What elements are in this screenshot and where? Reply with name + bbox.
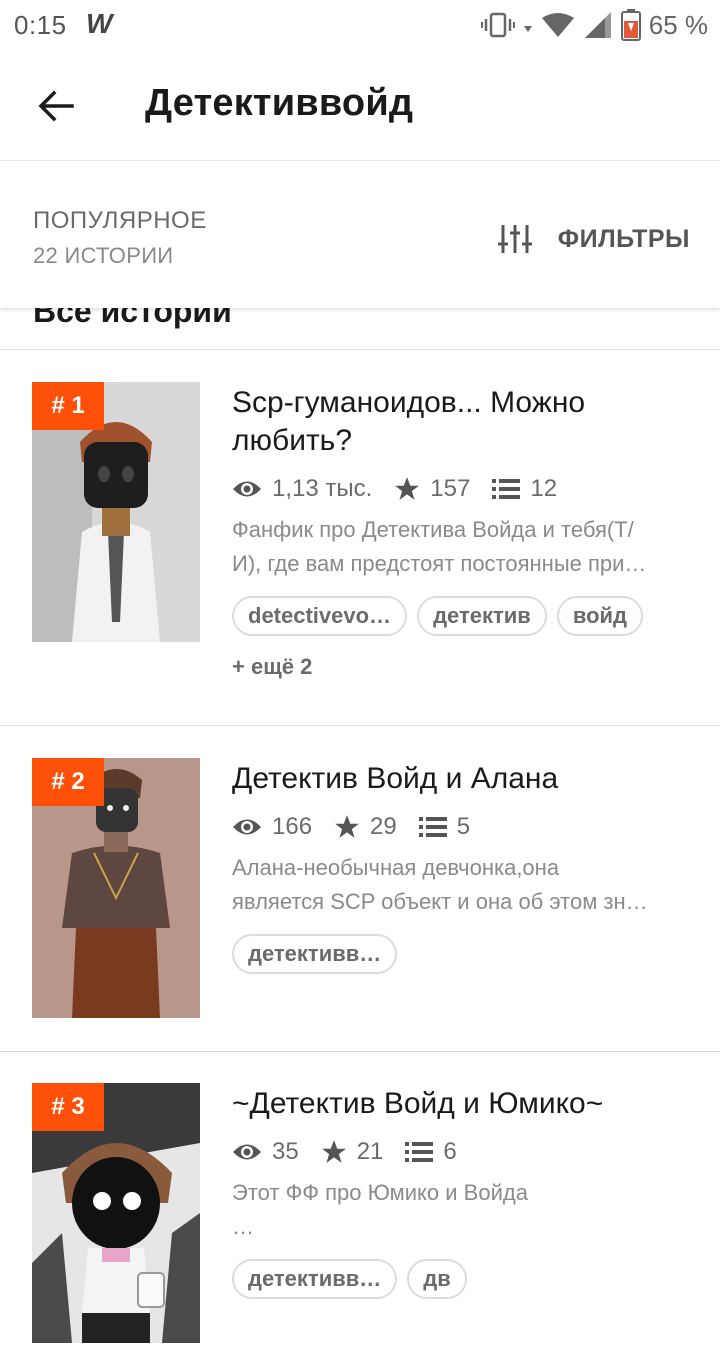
rank-badge: # 2 <box>32 758 104 806</box>
tag-list: детективв… <box>232 934 398 974</box>
parts-count: 5 <box>456 813 471 840</box>
list-icon <box>405 1142 434 1162</box>
votes-count: 157 <box>430 475 471 502</box>
reads-stat: 35 <box>232 1138 299 1166</box>
story-cover[interactable]: # 3 <box>32 1083 200 1343</box>
sort-selector[interactable]: ПОПУЛЯРНОЕ <box>33 207 207 235</box>
parts-count: 12 <box>530 475 558 502</box>
reads-count: 1,13 тыс. <box>272 475 373 502</box>
parts-stat: 5 <box>418 813 471 841</box>
tag-chip[interactable]: detectivevo… <box>232 596 408 636</box>
battery-percent: 65 % <box>648 9 708 40</box>
description-line: … <box>232 1214 254 1239</box>
story-stats: 35 21 6 <box>232 1135 479 1169</box>
sliders-icon <box>497 225 532 253</box>
story-item[interactable]: # 1 Scp-гуманоидов... Можно любить? 1,13… <box>0 350 720 726</box>
status-time: 0:15 <box>14 10 67 40</box>
tag-chip[interactable]: детективв… <box>232 1259 398 1299</box>
star-icon <box>321 1140 346 1163</box>
tag-chip[interactable]: детектив <box>417 596 547 636</box>
more-tags-link[interactable]: + ещё 2 <box>232 654 312 680</box>
tag-list: detectivevo… детектив войд <box>232 596 643 636</box>
reads-count: 166 <box>272 813 313 840</box>
back-button[interactable] <box>30 82 82 130</box>
signal-icon <box>584 12 611 38</box>
story-title[interactable]: Scp-гуманоидов... Можно любить? <box>232 384 692 460</box>
arrow-left-icon <box>38 90 74 122</box>
wattpad-notification-icon: W <box>86 8 113 39</box>
eye-icon <box>233 819 261 835</box>
story-description: Фанфик про Детектива Войда и тебя(Т/ И),… <box>232 513 692 581</box>
tag-chip[interactable]: войд <box>556 596 643 636</box>
page-title: Детективвойд <box>145 82 414 124</box>
vibrate-icon <box>480 12 515 38</box>
story-cover[interactable]: # 1 <box>32 382 200 642</box>
status-icons: 65 % <box>480 8 708 42</box>
story-title[interactable]: ~Детектив Войд и Юмико~ <box>232 1085 692 1123</box>
story-cover[interactable]: # 2 <box>32 758 200 1018</box>
reads-stat: 166 <box>232 813 312 841</box>
eye-icon <box>233 1144 261 1160</box>
sort-bar: ПОПУЛЯРНОЕ 22 ИСТОРИИ ФИЛЬТРЫ <box>0 160 720 308</box>
star-icon <box>395 477 420 500</box>
description-line: Фанфик про Детектива Войда и тебя(Т/ <box>232 517 634 542</box>
votes-count: 29 <box>370 813 397 840</box>
app-bar: Детективвойд <box>0 52 720 160</box>
reads-count: 35 <box>272 1138 299 1165</box>
story-description: Этот ФФ про Юмико и Войда … <box>232 1176 692 1244</box>
story-item[interactable]: # 3 ~Детектив Войд и Юмико~ 35 21 6 Этот… <box>0 1051 720 1354</box>
eye-icon <box>233 481 261 497</box>
status-bar: 0:15 W 65 % <box>0 0 720 52</box>
description-line: И), где вам предстоят постоянные при… <box>232 551 647 576</box>
parts-count: 6 <box>443 1138 457 1165</box>
votes-count: 21 <box>356 1138 384 1165</box>
wifi-icon <box>541 13 574 37</box>
rank-badge: # 1 <box>32 382 104 430</box>
story-description: Алана-необычная девчонка,она является SC… <box>232 851 692 919</box>
story-count: 22 ИСТОРИИ <box>33 243 174 268</box>
tag-list: детективв… дв <box>232 1259 467 1299</box>
description-line: Этот ФФ про Юмико и Войда <box>232 1180 528 1205</box>
parts-stat: 6 <box>405 1138 457 1166</box>
filter-button[interactable]: ФИЛЬТРЫ <box>497 219 690 259</box>
story-stats: 166 29 5 <box>232 810 492 844</box>
votes-stat: 21 <box>321 1138 384 1166</box>
story-title[interactable]: Детектив Войд и Алана <box>232 760 692 798</box>
tag-chip[interactable]: детективв… <box>232 934 398 974</box>
list-icon <box>418 817 447 837</box>
filter-label: ФИЛЬТРЫ <box>557 224 690 253</box>
parts-stat: 12 <box>492 475 557 503</box>
star-icon <box>335 815 359 838</box>
story-stats: 1,13 тыс. 157 12 <box>232 472 579 506</box>
description-line: Алана-необычная девчонка,она <box>232 855 560 880</box>
tag-chip[interactable]: дв <box>407 1259 467 1299</box>
rank-badge: # 3 <box>32 1083 104 1131</box>
votes-stat: 29 <box>334 813 397 841</box>
reads-stat: 1,13 тыс. <box>232 475 372 503</box>
description-line: является SCP объект и она об этом зн… <box>232 889 648 914</box>
story-item[interactable]: # 2 Детектив Войд и Алана 166 29 5 Алана… <box>0 726 720 1052</box>
battery-icon <box>620 9 641 41</box>
list-icon <box>492 479 521 499</box>
votes-stat: 157 <box>394 475 470 503</box>
data-arrow-icon <box>523 26 532 32</box>
